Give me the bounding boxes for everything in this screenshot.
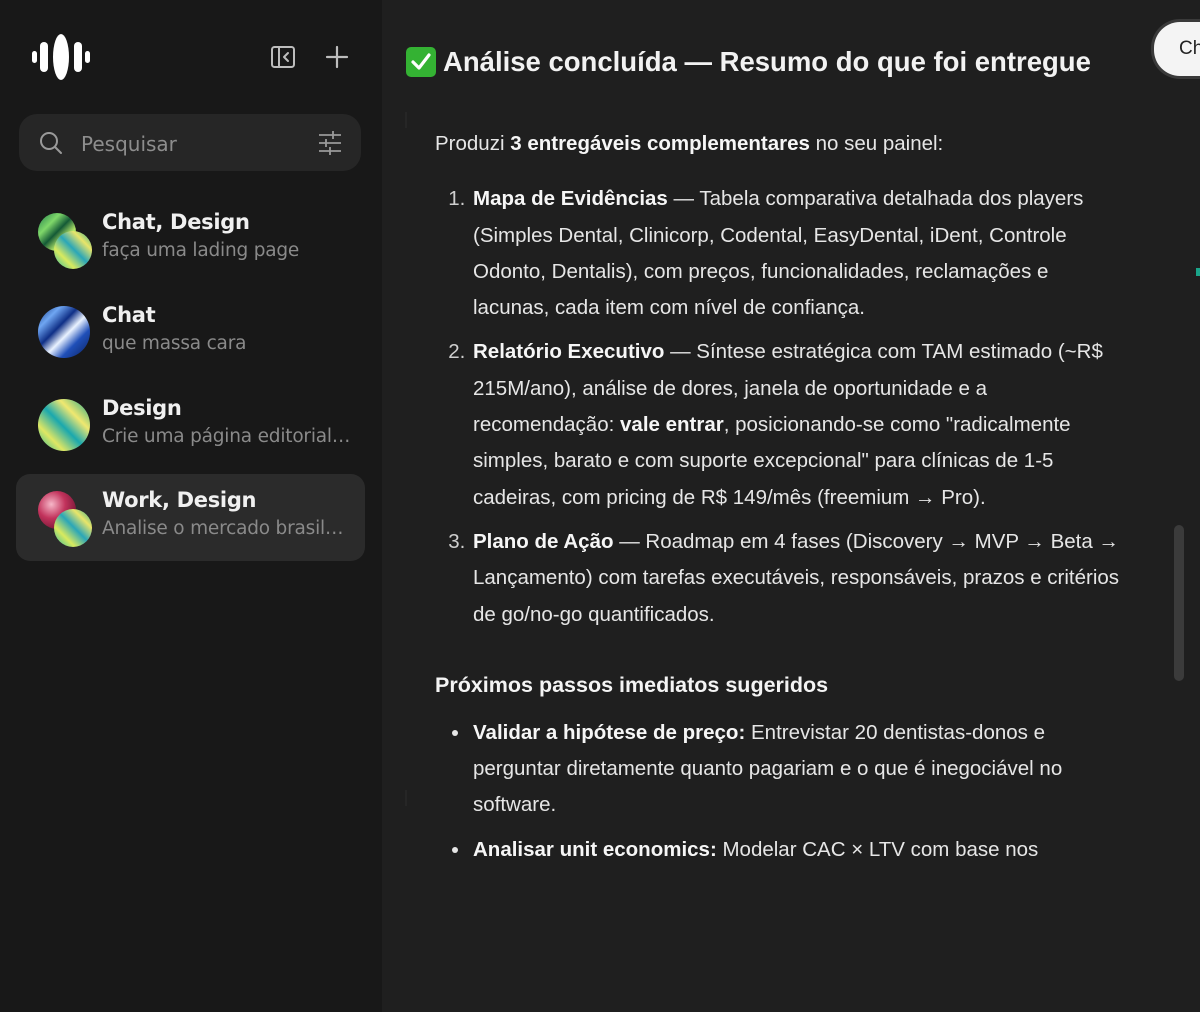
- intro-paragraph: Produzi 3 entregáveis complementares no …: [435, 132, 944, 155]
- list-item: Relatório Executivo — Síntese estratégic…: [471, 334, 1125, 515]
- top-pill-label: Ch: [1179, 38, 1200, 59]
- chat-subtitle: Crie uma página editorial para um: [102, 426, 352, 447]
- chat-item-chat-design[interactable]: Chat, Design faça uma lading page: [16, 196, 365, 283]
- chat-item-design[interactable]: Design Crie uma página editorial para um: [16, 382, 365, 469]
- deliverables-list: Mapa de Evidências — Tabela comparativa …: [435, 181, 1125, 633]
- heading-text: Análise concluída — Resumo do que foi en…: [443, 46, 1091, 77]
- list-item: Plano de Ação — Roadmap em 4 fases (Disc…: [471, 524, 1125, 633]
- search-box[interactable]: [19, 114, 361, 171]
- chat-subtitle: Analise o mercado brasileiro de software: [102, 518, 352, 539]
- sidebar: Chat, Design faça uma lading page Chat q…: [0, 0, 382, 1012]
- avatar: [38, 491, 94, 547]
- chat-item-chat[interactable]: Chat que massa cara: [16, 289, 365, 376]
- edge-indicator: [1196, 268, 1200, 276]
- avatar: [38, 306, 94, 362]
- sidebar-toggle-icon[interactable]: [268, 42, 298, 72]
- plus-icon[interactable]: [322, 42, 352, 72]
- divider: [405, 790, 407, 806]
- response-heading: Análise concluída — Resumo do que foi en…: [406, 46, 1091, 78]
- chat-title: Chat: [102, 303, 156, 327]
- chat-subtitle: faça uma lading page: [102, 240, 300, 261]
- search-icon: [40, 132, 62, 154]
- avatar: [38, 213, 94, 269]
- top-pill-button[interactable]: Ch: [1154, 22, 1200, 76]
- check-mark-icon: [406, 47, 436, 77]
- soundwave-logo-icon[interactable]: [32, 34, 90, 80]
- list-item: Analisar unit economics: Modelar CAC × L…: [471, 832, 1125, 868]
- avatar: [38, 399, 94, 455]
- divider: [405, 112, 407, 128]
- next-steps-list: Validar a hipótese de preço: Entrevistar…: [435, 715, 1125, 868]
- chat-title: Design: [102, 396, 182, 420]
- chat-subtitle: que massa cara: [102, 333, 247, 354]
- conversation-panel: Análise concluída — Resumo do que foi en…: [382, 0, 1200, 1012]
- list-item: Validar a hipótese de preço: Entrevistar…: [471, 715, 1125, 824]
- chat-title: Chat, Design: [102, 210, 250, 234]
- list-item: Mapa de Evidências — Tabela comparativa …: [471, 181, 1125, 326]
- chat-item-work-design[interactable]: Work, Design Analise o mercado brasileir…: [16, 474, 365, 561]
- sliders-icon[interactable]: [317, 130, 343, 156]
- scrollbar-thumb[interactable]: [1174, 525, 1184, 681]
- search-input[interactable]: [79, 126, 303, 162]
- next-steps-heading: Próximos passos imediatos sugeridos: [435, 672, 829, 697]
- response-body: Produzi 3 entregáveis complementares no …: [435, 126, 1125, 954]
- chat-title: Work, Design: [102, 488, 257, 512]
